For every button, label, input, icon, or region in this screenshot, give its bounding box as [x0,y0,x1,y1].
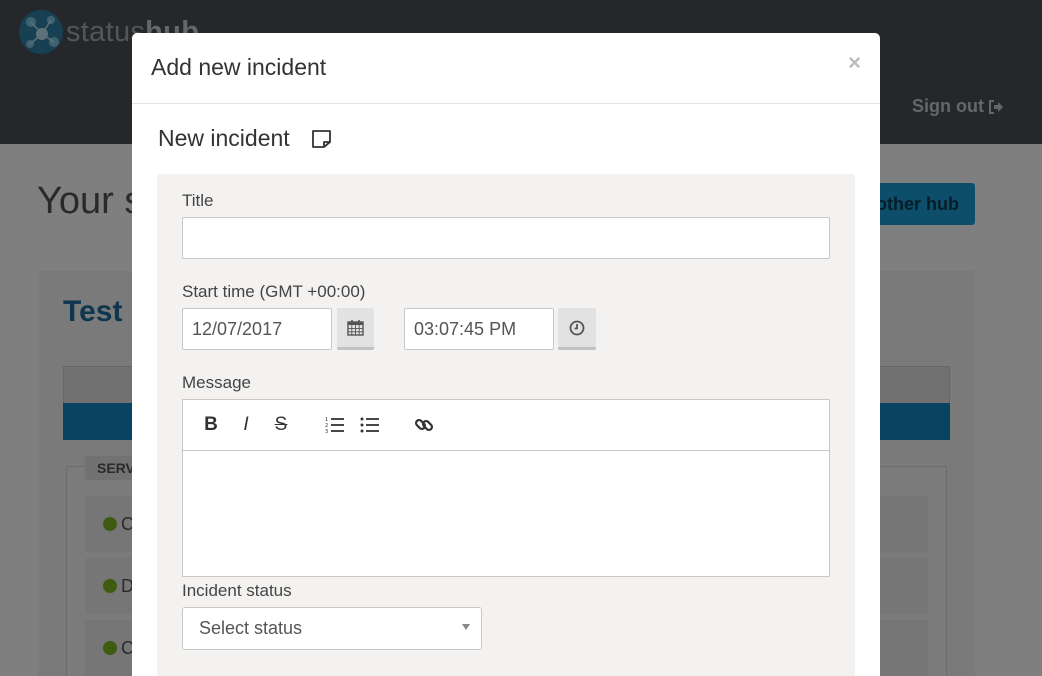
italic-icon[interactable]: I [235,414,257,436]
modal-header: Add new incident × [132,33,880,104]
bullet-list-icon[interactable] [359,414,381,436]
title-input[interactable] [182,217,830,259]
caret-down-icon [462,624,470,630]
close-icon[interactable]: × [848,50,861,76]
modal-title: Add new incident [151,54,327,80]
sticky-note-icon[interactable] [311,129,332,149]
clock-icon [569,320,585,335]
incident-status-select[interactable]: Select status [182,607,482,650]
calendar-button[interactable] [337,308,374,350]
title-label: Title [182,191,214,210]
link-icon[interactable] [413,414,435,436]
incident-status-label: Incident status [182,581,292,600]
incident-form: Title Start time (GMT +00:00) 12/07/2017… [157,174,855,676]
message-textarea[interactable] [183,451,829,576]
section-header: New incident [158,125,332,152]
ordered-list-icon[interactable]: 1 2 3 [324,414,346,436]
bold-icon[interactable]: B [200,414,222,436]
svg-text:3: 3 [325,429,328,434]
message-editor: B I S 1 2 3 [182,399,830,577]
incident-status-value: Select status [199,618,303,638]
calendar-icon [347,320,364,336]
strikethrough-icon[interactable]: S [270,414,292,436]
start-time-label: Start time (GMT +00:00) [182,282,366,301]
editor-toolbar: B I S 1 2 3 [183,400,829,451]
add-incident-modal: Add new incident × New incident Title St… [132,33,880,676]
start-time-input[interactable] [404,308,554,350]
clock-button[interactable] [558,308,596,350]
section-title: New incident [158,125,290,151]
message-label: Message [182,373,251,392]
start-date-input[interactable] [182,308,332,350]
